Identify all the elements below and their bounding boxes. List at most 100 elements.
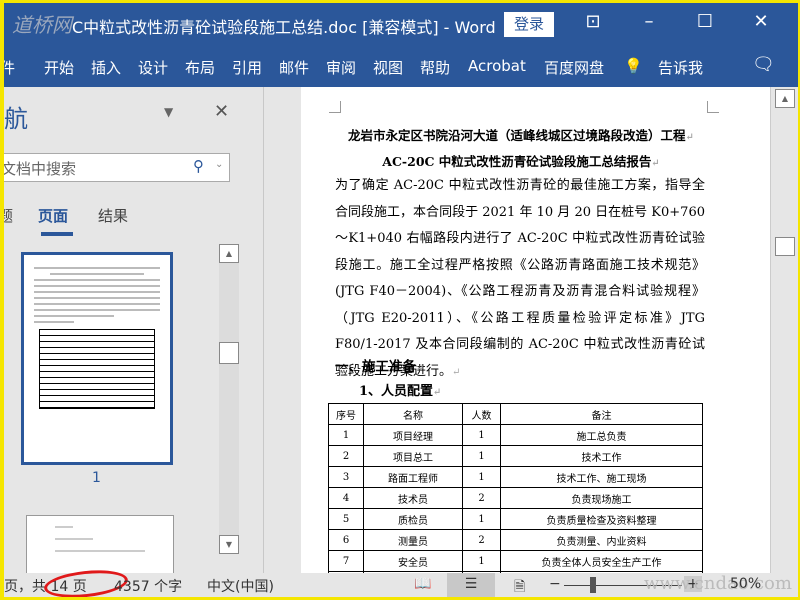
nav-title: 航 bbox=[4, 105, 28, 133]
tab-mailings[interactable]: 邮件 bbox=[279, 57, 309, 78]
search-placeholder: 文档中搜索 bbox=[4, 160, 77, 178]
ribbon-tabs: 件 开始 插入 设计 布局 引用 邮件 审阅 视图 帮助 Acrobat 百度网… bbox=[4, 45, 798, 87]
chevron-down-icon[interactable]: ⌄ bbox=[215, 159, 223, 170]
table-cell: 2 bbox=[462, 529, 501, 551]
heading-text: 一、施工准备 bbox=[335, 359, 416, 375]
table-row: 6 测量员 2 负责测量、内业资料 bbox=[328, 529, 703, 551]
window-title: C中粒式改性沥青砼试验段施工总结.doc [兼容模式] - Word bbox=[72, 18, 496, 37]
margin-mark bbox=[707, 101, 719, 113]
header-cell: 人数 bbox=[462, 403, 501, 425]
search-input[interactable]: 文档中搜索 ⚲ ⌄ bbox=[4, 153, 230, 182]
search-icon[interactable]: ⚲ bbox=[193, 157, 204, 175]
table-cell: 项目经理 bbox=[363, 424, 463, 446]
personnel-table: 序号 名称 人数 备注 1 项目经理 1 施工总负责 2 项目总工 1 技术工作 3 路面工程师 1… bbox=[328, 403, 703, 573]
tab-review[interactable]: 审阅 bbox=[326, 57, 356, 78]
tab-view[interactable]: 视图 bbox=[373, 57, 403, 78]
tab-file[interactable]: 件 bbox=[4, 57, 15, 78]
table-cell: 1 bbox=[328, 424, 364, 446]
tab-pages[interactable]: 页面 bbox=[38, 205, 68, 226]
table-row: 1 项目经理 1 施工总负责 bbox=[328, 424, 703, 446]
print-layout-icon[interactable]: ☰ bbox=[447, 573, 495, 597]
document-page[interactable]: 龙岩市永定区书院沿河大道（适峰线城区过境路段改造）工程↵ AC-20C 中粒式改… bbox=[301, 87, 770, 573]
page-thumbnail-1[interactable] bbox=[21, 252, 173, 465]
title-text: 龙岩市永定区书院沿河大道（适峰线城区过境路段改造）工程 bbox=[348, 128, 686, 143]
tab-help[interactable]: 帮助 bbox=[420, 57, 450, 78]
tab-insert[interactable]: 插入 bbox=[91, 57, 121, 78]
section-heading: 一、施工准备↵ bbox=[335, 359, 425, 375]
comments-icon[interactable]: 🗨 bbox=[752, 54, 775, 75]
table-row: 2 项目总工 1 技术工作 bbox=[328, 445, 703, 467]
document-title-line2: AC-20C 中粒式改性沥青砼试验段施工总结报告↵ bbox=[382, 154, 660, 169]
table-cell: 技术工作 bbox=[500, 445, 703, 467]
nav-scrollbar[interactable]: ▲ ▼ bbox=[219, 244, 239, 554]
tab-results[interactable]: 结果 bbox=[98, 205, 128, 226]
login-button[interactable]: 登录 bbox=[504, 12, 554, 37]
document-title-line1: 龙岩市永定区书院沿河大道（适峰线城区过境路段改造）工程↵ bbox=[348, 128, 694, 143]
table-header-row: 序号 名称 人数 备注 bbox=[328, 403, 703, 425]
table-cell: 技术员 bbox=[363, 487, 463, 509]
web-layout-icon[interactable]: 🗎 bbox=[514, 576, 525, 597]
language[interactable]: 中文(中国) bbox=[207, 576, 274, 596]
table-cell: 3 bbox=[328, 466, 364, 488]
table-cell: 负责质量检查及资料整理 bbox=[500, 508, 703, 530]
maximize-button[interactable]: ☐ bbox=[690, 11, 720, 32]
tab-references[interactable]: 引用 bbox=[232, 57, 262, 78]
table-cell: 安全员 bbox=[363, 550, 463, 572]
read-mode-icon[interactable]: 📖 bbox=[414, 576, 431, 592]
navigation-pane: 航 ▼ ✕ 文档中搜索 ⚲ ⌄ 题 页面 结果 1 ▲ ▼ bbox=[4, 87, 264, 575]
active-tab-indicator bbox=[41, 232, 73, 236]
scroll-up-icon[interactable]: ▲ bbox=[219, 244, 239, 263]
nav-options-dropdown[interactable]: ▼ bbox=[164, 105, 173, 119]
table-cell: 2 bbox=[328, 445, 364, 467]
table-cell: 7 bbox=[328, 550, 364, 572]
tab-baidu-netdisk[interactable]: 百度网盘 bbox=[544, 57, 604, 78]
tell-me-button[interactable]: 告诉我 bbox=[658, 57, 703, 78]
table-row: 7 安全员 1 负责全体人员安全生产工作 bbox=[328, 550, 703, 572]
zoom-out-button[interactable]: − bbox=[549, 576, 561, 592]
margin-mark bbox=[329, 101, 341, 113]
heading-text: 1、人员配置 bbox=[359, 384, 434, 399]
tab-home[interactable]: 开始 bbox=[44, 57, 74, 78]
word-count[interactable]: 4357 个字 bbox=[114, 576, 182, 596]
watermark-logo: 道桥网 bbox=[12, 13, 72, 37]
scrollbar-thumb[interactable] bbox=[219, 342, 239, 364]
tab-layout[interactable]: 布局 bbox=[185, 57, 215, 78]
table-cell: 技术工作、施工现场 bbox=[500, 466, 703, 488]
scroll-up-icon[interactable]: ▲ bbox=[775, 89, 795, 108]
table-cell: 测量员 bbox=[363, 529, 463, 551]
header-cell: 备注 bbox=[500, 403, 703, 425]
status-bar: 页，共 14 页 4357 个字 中文(中国) 📖 ☰ 🗎 − + www.cn… bbox=[4, 566, 798, 597]
page-thumbnail-number: 1 bbox=[92, 470, 101, 486]
subsection-heading: 1、人员配置↵ bbox=[359, 384, 442, 399]
document-scrollbar[interactable]: ▲ bbox=[770, 87, 798, 573]
table-cell: 1 bbox=[462, 508, 501, 530]
scroll-down-icon[interactable]: ▼ bbox=[219, 535, 239, 554]
tab-headings[interactable]: 题 bbox=[4, 205, 13, 226]
document-area: 龙岩市永定区书院沿河大道（适峰线城区过境路段改造）工程↵ AC-20C 中粒式改… bbox=[265, 87, 770, 573]
tab-design[interactable]: 设计 bbox=[138, 57, 168, 78]
tab-acrobat[interactable]: Acrobat bbox=[468, 57, 526, 75]
table-cell: 质检员 bbox=[363, 508, 463, 530]
minimize-button[interactable]: – bbox=[634, 11, 664, 32]
table-cell: 负责现场施工 bbox=[500, 487, 703, 509]
nav-close-icon[interactable]: ✕ bbox=[214, 101, 229, 122]
zoom-level[interactable]: 50% bbox=[730, 576, 761, 592]
lightbulb-icon: 💡 bbox=[624, 57, 643, 75]
header-cell: 序号 bbox=[328, 403, 364, 425]
close-button[interactable]: ✕ bbox=[746, 11, 776, 32]
title-bar: 道桥网 C中粒式改性沥青砼试验段施工总结.doc [兼容模式] - Word 登… bbox=[4, 3, 798, 45]
table-cell: 1 bbox=[462, 424, 501, 446]
table-cell: 5 bbox=[328, 508, 364, 530]
table-cell: 1 bbox=[462, 445, 501, 467]
scrollbar-thumb[interactable] bbox=[775, 237, 795, 256]
table-row: 3 路面工程师 1 技术工作、施工现场 bbox=[328, 466, 703, 488]
ribbon-display-options-icon[interactable]: ⊡ bbox=[578, 11, 608, 32]
page-thumbnail-2[interactable] bbox=[26, 515, 174, 575]
header-cell: 名称 bbox=[363, 403, 463, 425]
table-cell: 1 bbox=[462, 466, 501, 488]
watermark-url: www.cndao.com bbox=[644, 573, 792, 594]
title-text: AC-20C 中粒式改性沥青砼试验段施工总结报告 bbox=[382, 154, 652, 169]
table-cell: 4 bbox=[328, 487, 364, 509]
zoom-slider-thumb[interactable] bbox=[590, 577, 596, 593]
table-cell: 1 bbox=[462, 550, 501, 572]
